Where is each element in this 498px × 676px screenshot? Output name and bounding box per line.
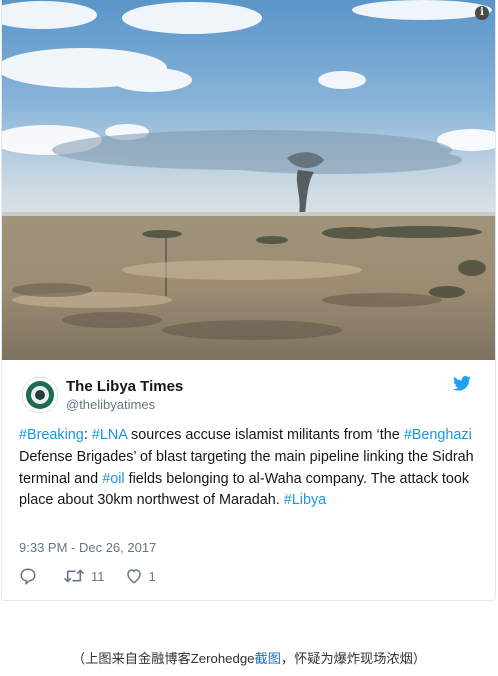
tweet-card: i The Libya Times @thelibyatimes #Breaki… bbox=[1, 0, 496, 601]
tweet-text-segment: sources accuse islamist militants from ‘… bbox=[127, 427, 404, 443]
caption-link[interactable]: 截图 bbox=[255, 651, 281, 666]
retweet-count: 11 bbox=[91, 568, 105, 584]
like-button[interactable]: 1 bbox=[125, 567, 156, 585]
hashtag-oil[interactable]: #oil bbox=[102, 471, 124, 487]
display-name[interactable]: The Libya Times bbox=[66, 378, 183, 395]
tweet-timestamp[interactable]: 9:33 PM - Dec 26, 2017 bbox=[19, 540, 156, 555]
retweet-icon bbox=[64, 569, 84, 583]
hashtag-lna[interactable]: #LNA bbox=[92, 427, 127, 443]
hashtag-libya[interactable]: #Libya bbox=[284, 492, 326, 508]
like-icon bbox=[126, 569, 141, 584]
tweet-actions: 11 1 bbox=[19, 565, 176, 587]
photo-landscape bbox=[2, 0, 495, 360]
tweet-photo[interactable]: i bbox=[2, 0, 495, 360]
avatar-logo-icon bbox=[22, 377, 58, 413]
image-caption: （上图来自金融博客Zerohedge截图，怀疑为爆炸现场浓烟） bbox=[0, 648, 498, 667]
caption-text-end: ，怀疑为爆炸现场浓烟） bbox=[280, 651, 426, 666]
twitter-bird-icon[interactable] bbox=[453, 376, 471, 391]
like-count: 1 bbox=[148, 568, 156, 584]
reply-icon bbox=[20, 568, 36, 585]
retweet-button[interactable]: 11 bbox=[63, 567, 105, 585]
tweet-header: The Libya Times @thelibyatimes bbox=[22, 374, 475, 418]
tweet-text-segment: : bbox=[83, 427, 92, 443]
info-icon[interactable]: i bbox=[475, 6, 489, 20]
caption-text: （上图来自金融博客Zerohedge bbox=[72, 651, 255, 666]
hashtag-breaking[interactable]: #Breaking bbox=[19, 427, 84, 443]
tweet-text: #Breaking: #LNA sources accuse islamist … bbox=[19, 425, 479, 512]
user-handle[interactable]: @thelibyatimes bbox=[66, 397, 155, 412]
avatar[interactable] bbox=[22, 377, 58, 413]
reply-button[interactable] bbox=[19, 567, 43, 585]
hashtag-benghazi[interactable]: #Benghazi bbox=[404, 427, 472, 443]
